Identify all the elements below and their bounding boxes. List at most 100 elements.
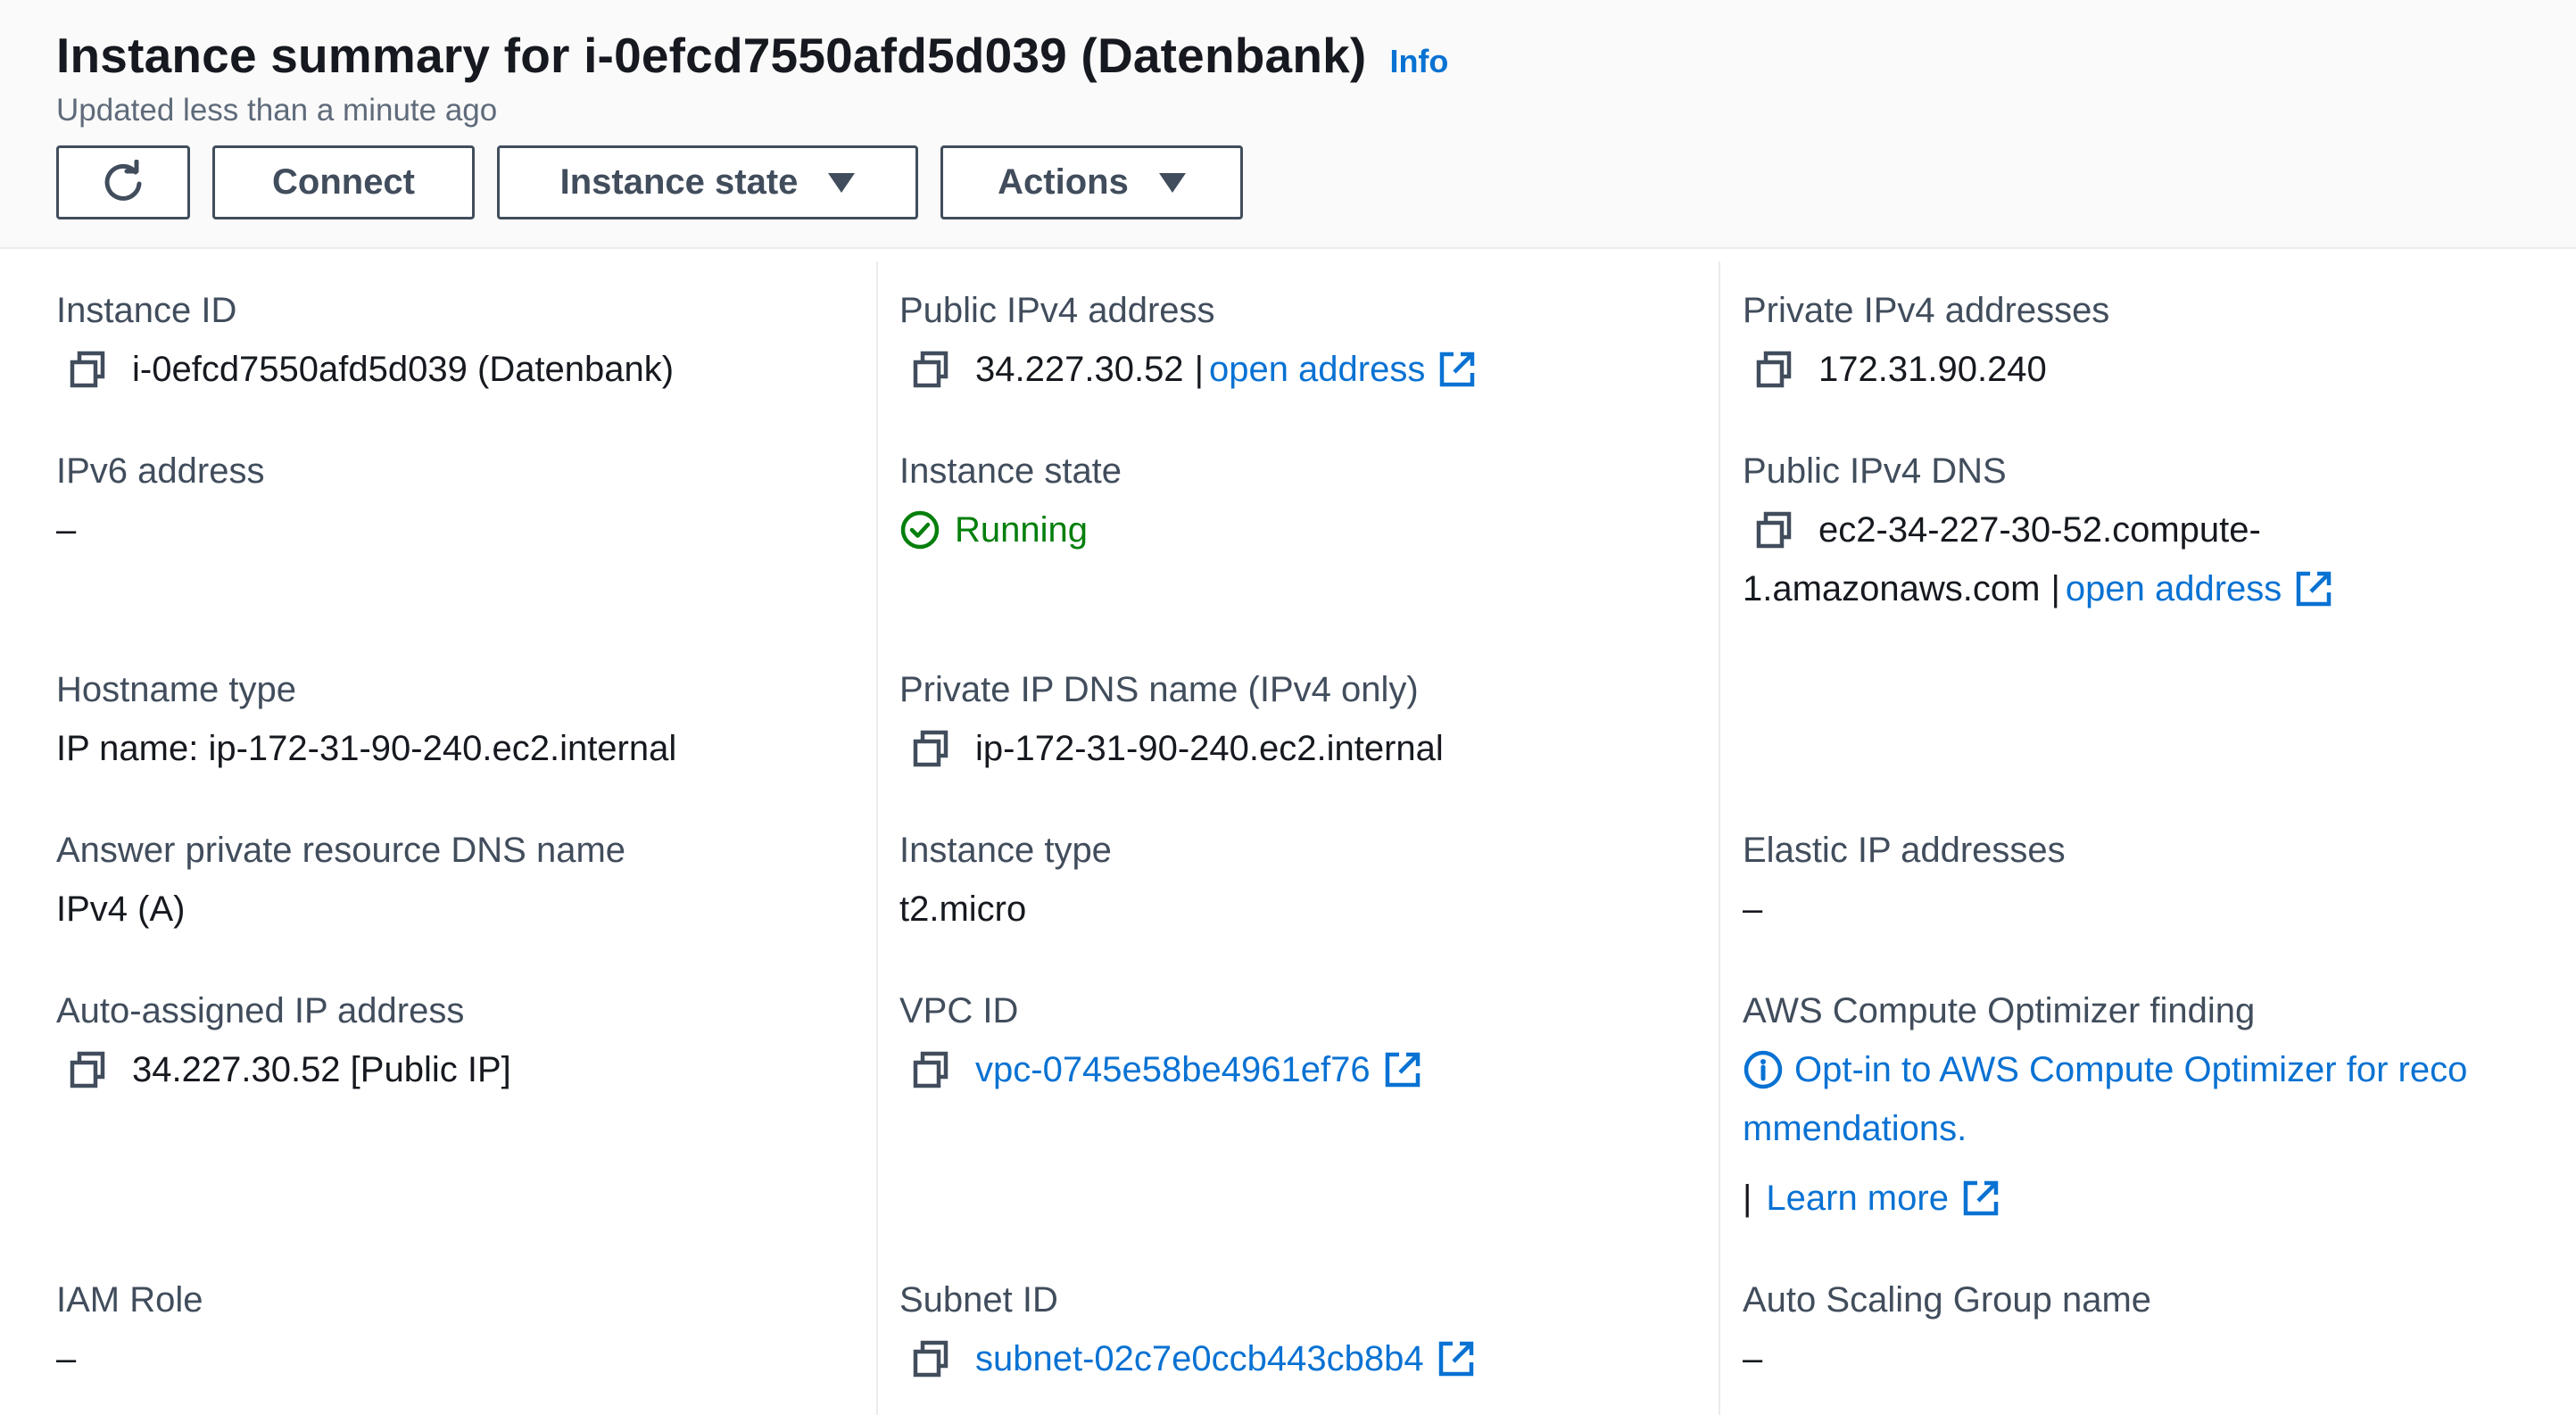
field-label: Public IPv4 address	[899, 291, 1215, 330]
caret-down-icon	[1158, 172, 1186, 193]
instance-summary-header: Instance summary for i-0efcd7550afd5d039…	[0, 0, 2576, 249]
external-link-icon[interactable]	[1383, 1050, 1422, 1089]
toolbar: Connect Instance state Actions	[56, 145, 1243, 219]
iam-role-value: –	[56, 1339, 77, 1378]
caret-down-icon	[828, 172, 856, 193]
field-label: VPC ID	[899, 991, 1019, 1030]
instance-type-value: t2.micro	[899, 890, 1027, 929]
ipv6-value: –	[56, 510, 77, 550]
field-instance-type: Instance type t2.micro	[899, 829, 1720, 931]
external-link-icon[interactable]	[1437, 1339, 1476, 1378]
details-column-1: Instance ID i-0efcd7550afd5d039 (Datenba…	[56, 251, 877, 1415]
public-dns-value-line2: 1.amazonaws.com	[1743, 569, 2041, 608]
field-value: ec2-34-227-30-52.compute-	[1743, 509, 2546, 551]
actions-dropdown-label: Actions	[998, 162, 1129, 202]
field-private-ipv4: Private IPv4 addresses 172.31.90.240	[1743, 289, 2546, 391]
field-auto-assigned-ip: Auto-assigned IP address 34.227.30.52 [P…	[56, 989, 877, 1091]
copy-icon[interactable]	[68, 350, 107, 389]
separator: |	[1194, 350, 1204, 389]
field-instance-id: Instance ID i-0efcd7550afd5d039 (Datenba…	[56, 289, 877, 391]
public-ipv4-value: 34.227.30.52	[975, 350, 1184, 389]
vpc-id-link[interactable]: vpc-0745e58be4961ef76	[975, 1048, 1371, 1091]
learn-more-link[interactable]: Learn more	[1766, 1177, 1949, 1220]
actions-dropdown[interactable]: Actions	[940, 145, 1243, 219]
page-title: Instance summary for i-0efcd7550afd5d039…	[56, 28, 1367, 83]
subnet-id-link[interactable]: subnet-02c7e0ccb443cb8b4	[975, 1337, 1424, 1380]
field-label: Instance type	[899, 831, 1112, 870]
field-public-ipv4-dns: Public IPv4 DNS ec2-34-227-30-52.compute…	[1743, 450, 2546, 610]
private-dns-value: ip-172-31-90-240.ec2.internal	[975, 729, 1444, 768]
details-column-2: Public IPv4 address 34.227.30.52 | open …	[899, 251, 1720, 1415]
optimizer-opt-in-link-cont[interactable]: mmendations.	[1743, 1107, 1967, 1150]
field-value: 34.227.30.52 [Public IP]	[56, 1048, 877, 1091]
separator: |	[2050, 569, 2060, 608]
hostname-type-value: IP name: ip-172-31-90-240.ec2.internal	[56, 729, 677, 768]
field-value: ip-172-31-90-240.ec2.internal	[899, 727, 1720, 770]
info-link[interactable]: Info	[1389, 43, 1448, 80]
field-label: IPv6 address	[56, 451, 265, 491]
field-answer-private-dns: Answer private resource DNS name IPv4 (A…	[56, 829, 877, 931]
answer-dns-value: IPv4 (A)	[56, 890, 186, 929]
open-address-link[interactable]: open address	[2066, 567, 2282, 610]
separator: |	[1743, 1179, 1752, 1218]
field-label: AWS Compute Optimizer finding	[1743, 991, 2256, 1030]
field-value-cont: 1.amazonaws.com | open address	[1743, 567, 2546, 610]
copy-icon[interactable]	[1754, 350, 1793, 389]
auto-ip-value: 34.227.30.52 [Public IP]	[132, 1050, 511, 1089]
public-dns-value-line1: ec2-34-227-30-52.compute-	[1818, 510, 2261, 550]
info-circle-icon	[1743, 1049, 1784, 1090]
last-updated-text: Updated less than a minute ago	[56, 93, 498, 128]
title-row: Instance summary for i-0efcd7550afd5d039…	[56, 27, 1448, 84]
field-value: Opt-in to AWS Compute Optimizer for reco	[1743, 1048, 2546, 1091]
instance-id-value: i-0efcd7550afd5d039 (Datenbank)	[132, 350, 675, 389]
field-auto-scaling-group: Auto Scaling Group name –	[1743, 1278, 2546, 1380]
copy-icon[interactable]	[911, 350, 950, 389]
field-ipv6-address: IPv6 address –	[56, 450, 877, 551]
field-label: Private IPv4 addresses	[1743, 291, 2110, 330]
copy-icon[interactable]	[911, 729, 950, 768]
field-private-dns-name: Private IP DNS name (IPv4 only) ip-172-3…	[899, 668, 1720, 770]
field-label: Subnet ID	[899, 1280, 1058, 1320]
connect-button-label: Connect	[272, 162, 415, 202]
field-label: IAM Role	[56, 1280, 203, 1320]
field-public-ipv4: Public IPv4 address 34.227.30.52 | open …	[899, 289, 1720, 391]
field-value: 172.31.90.240	[1743, 348, 2546, 391]
field-label: Public IPv4 DNS	[1743, 451, 2007, 491]
field-value-learn: | Learn more	[1743, 1177, 2546, 1220]
copy-icon[interactable]	[911, 1050, 950, 1089]
field-label: Instance state	[899, 451, 1122, 491]
private-ipv4-value: 172.31.90.240	[1818, 350, 2047, 389]
field-label: Answer private resource DNS name	[56, 831, 626, 870]
open-address-link[interactable]: open address	[1209, 348, 1425, 391]
elastic-ip-value: –	[1743, 890, 1763, 929]
field-label: Instance ID	[56, 291, 237, 330]
field-value: vpc-0745e58be4961ef76	[899, 1048, 1720, 1091]
connect-button[interactable]: Connect	[212, 145, 475, 219]
refresh-icon	[104, 159, 142, 201]
field-value: subnet-02c7e0ccb443cb8b4	[899, 1337, 1720, 1380]
field-elastic-ip: Elastic IP addresses –	[1743, 829, 2546, 931]
external-link-icon[interactable]	[1961, 1179, 2000, 1218]
copy-icon[interactable]	[1754, 510, 1793, 550]
field-value: Running	[899, 509, 1720, 551]
external-link-icon[interactable]	[1437, 350, 1477, 389]
field-compute-optimizer: AWS Compute Optimizer finding Opt-in to …	[1743, 989, 2546, 1220]
instance-details-grid: Instance ID i-0efcd7550afd5d039 (Datenba…	[0, 251, 2576, 1415]
instance-state-value: Running	[955, 510, 1089, 550]
refresh-button[interactable]	[56, 145, 190, 219]
field-value: 34.227.30.52 | open address	[899, 348, 1720, 391]
optimizer-opt-in-link[interactable]: Opt-in to AWS Compute Optimizer for reco	[1794, 1048, 2467, 1091]
instance-state-dropdown-label: Instance state	[559, 162, 799, 202]
field-value-cont: mmendations.	[1743, 1107, 2546, 1150]
field-iam-role: IAM Role –	[56, 1278, 877, 1380]
field-label: Elastic IP addresses	[1743, 831, 2066, 870]
field-label: Auto-assigned IP address	[56, 991, 465, 1030]
external-link-icon[interactable]	[2294, 569, 2333, 608]
field-subnet-id: Subnet ID subnet-02c7e0ccb443cb8b4	[899, 1278, 1720, 1380]
field-value: i-0efcd7550afd5d039 (Datenbank)	[56, 348, 877, 391]
copy-icon[interactable]	[911, 1339, 950, 1378]
field-label: Auto Scaling Group name	[1743, 1280, 2152, 1320]
field-vpc-id: VPC ID vpc-0745e58be4961ef76	[899, 989, 1720, 1091]
instance-state-dropdown[interactable]: Instance state	[497, 145, 918, 219]
copy-icon[interactable]	[68, 1050, 107, 1089]
